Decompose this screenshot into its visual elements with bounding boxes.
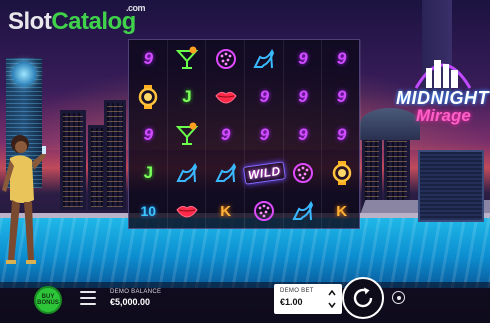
reel-column: 9 9 9 K: [322, 40, 361, 230]
purple-9-icon: 9: [298, 87, 308, 106]
game-logo-subtitle: Mirage: [416, 106, 471, 125]
reel-cell: K: [206, 192, 245, 230]
purple-9-icon: 9: [143, 49, 154, 68]
reel-cell: [245, 40, 284, 78]
reel-column: 9 9 9: [284, 40, 323, 230]
buy-bonus-button[interactable]: BUY BONUS: [34, 286, 62, 314]
city-skyline-icon: [414, 60, 472, 89]
bet-panel: DEMO BET €1.00: [274, 284, 342, 314]
reel-cell: K: [322, 192, 361, 230]
neon-watch-icon: [139, 85, 158, 109]
purple-9-icon: 9: [259, 87, 270, 106]
woman-character-icon: [2, 135, 46, 264]
high-heel-icon: [253, 48, 275, 69]
reel-cell: 9: [245, 116, 284, 154]
site-logo: SlotCatalog .com: [8, 3, 146, 36]
green-j-icon: J: [182, 87, 192, 106]
purple-9-icon: 9: [298, 125, 308, 144]
reel-cell: [322, 154, 361, 192]
high-heel-icon: [176, 162, 198, 183]
reel-cell: [206, 154, 245, 192]
autoplay-button[interactable]: [392, 291, 405, 304]
reel-cell: J: [168, 78, 207, 116]
reel-cell: [206, 40, 245, 78]
balance-value: €5,000.00: [110, 297, 151, 307]
reel-column: 9K: [206, 40, 245, 230]
reel-cell: 9: [284, 40, 323, 78]
purple-9-icon: 9: [336, 125, 347, 144]
reel-cell: [129, 78, 168, 116]
bet-label: DEMO BET: [280, 288, 314, 294]
reel-cell: [206, 78, 245, 116]
green-j-icon: J: [143, 163, 154, 182]
reel-cell: 9: [284, 116, 323, 154]
city-building: [60, 110, 86, 210]
reel-column: 9 9 WILD: [242, 40, 286, 230]
reel-cell: 10: [129, 192, 168, 230]
reel-cell: [168, 192, 207, 230]
menu-icon: [80, 297, 96, 299]
bet-increase-button[interactable]: [326, 288, 338, 298]
reel-cell: [168, 116, 207, 154]
purple-9-icon: 9: [336, 87, 347, 106]
reel-grid: 9 9 J 10 J 9 K 9 9 WILD 9 9 9 9 9 9 K: [128, 39, 361, 230]
reel-cell: [245, 192, 284, 230]
disco-ball-icon: [215, 49, 236, 69]
wild-icon: WILD: [242, 161, 286, 185]
cocktail-icon: [175, 122, 199, 145]
blue-10-icon: 10: [140, 203, 157, 219]
purple-9-icon: 9: [220, 125, 231, 144]
reel-cell: [168, 154, 207, 192]
reel-cell: 9: [129, 116, 168, 154]
site-logo-part2: Catalog: [51, 8, 136, 35]
disco-ball-icon: [254, 201, 275, 221]
site-logo-part1: Slot: [8, 8, 52, 35]
chevron-up-icon: [328, 290, 336, 296]
bet-decrease-button[interactable]: [326, 300, 338, 310]
purple-9-icon: 9: [298, 49, 308, 68]
chevron-down-icon: [328, 302, 336, 308]
reel-column: J: [168, 40, 207, 230]
menu-icon: [80, 291, 96, 293]
reel-cell: 9: [206, 116, 245, 154]
reel-cell: [284, 192, 323, 230]
high-heel-icon: [292, 200, 314, 221]
purple-9-icon: 9: [336, 49, 347, 68]
reel-cell: 9: [284, 78, 323, 116]
game-logo: MIDNIGHT Mirage: [394, 44, 490, 130]
high-heel-icon: [215, 162, 236, 183]
city-building: [104, 100, 126, 210]
menu-icon: [80, 303, 96, 305]
bet-value: €1.00: [280, 297, 303, 307]
side-screen-panel: [418, 150, 484, 222]
neon-watch-icon: [332, 161, 351, 185]
orange-k-icon: K: [220, 202, 232, 220]
reel-cell: [284, 154, 323, 192]
reel-cell: 9: [322, 40, 361, 78]
control-bar: [0, 282, 490, 323]
purple-9-icon: 9: [143, 125, 154, 144]
spin-arrows-icon: [353, 287, 373, 308]
reel-cell: 9: [322, 116, 361, 154]
disco-ball-icon: [292, 163, 313, 183]
lips-icon: [176, 205, 198, 218]
spin-button[interactable]: [342, 277, 384, 319]
site-logo-suffix: .com: [126, 3, 146, 13]
tower-sign-icon: [12, 62, 36, 86]
lips-icon: [214, 91, 237, 104]
menu-button[interactable]: [80, 291, 96, 305]
reel-column: 9 9 J 10: [129, 40, 168, 230]
cocktail-icon: [175, 46, 199, 69]
reel-cell: [168, 40, 207, 78]
orange-k-icon: K: [336, 202, 348, 220]
autoplay-icon: [396, 295, 401, 300]
purple-9-icon: 9: [259, 125, 270, 144]
balance-label: DEMO BALANCE: [110, 289, 162, 295]
buy-bonus-line2: BONUS: [37, 300, 59, 306]
reel-cell: 9: [245, 78, 284, 116]
reel-cell: 9: [129, 40, 168, 78]
reel-cell: WILD: [242, 154, 286, 192]
reel-cell: 9: [322, 78, 361, 116]
reel-cell: J: [129, 154, 168, 192]
